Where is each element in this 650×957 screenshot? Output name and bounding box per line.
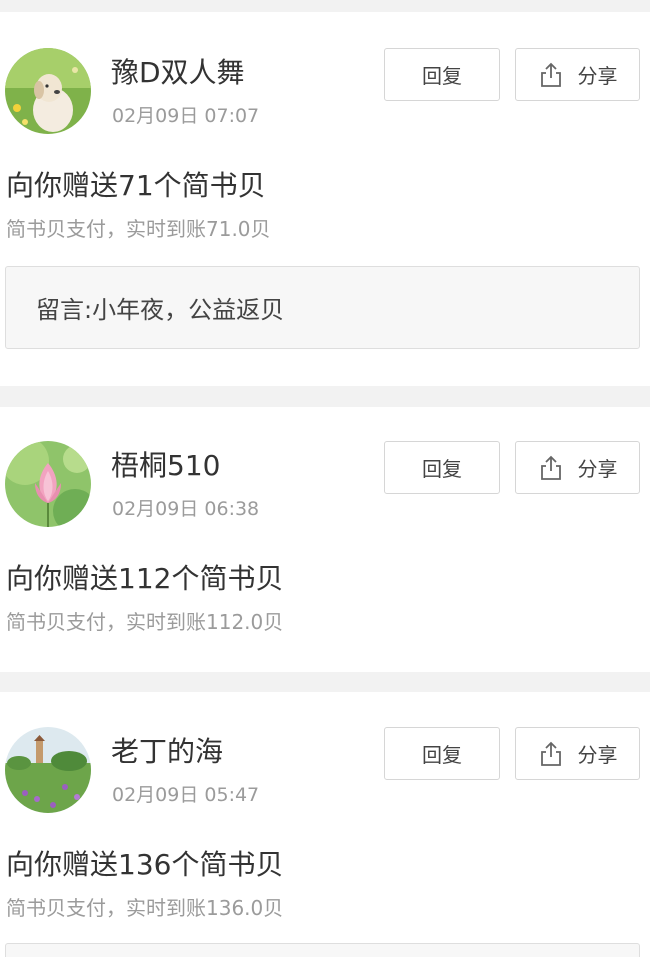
gift-message-text: 留言:小年夜，公益返贝 [36,296,285,324]
avatar-image-puppy [5,48,91,134]
gift-subtitle: 简书贝支付，实时到账136.0贝 [6,896,284,920]
share-button[interactable]: 分享 [515,727,640,780]
username[interactable]: 老丁的海 [111,732,223,772]
share-button-label: 分享 [577,64,618,88]
avatar[interactable] [5,48,91,134]
avatar-image-lotus [5,441,91,527]
timestamp: 02月09日 05:47 [112,784,260,806]
username[interactable]: 豫D双人舞 [111,53,245,93]
avatar-image-windmill [5,727,91,813]
gift-message-partial [5,943,640,957]
avatar[interactable] [5,727,91,813]
gift-message: 留言:小年夜，公益返贝 [5,266,640,349]
gift-card-1: 豫D双人舞 02月09日 07:07 回复 分享 向你赠送71个简书贝 简书贝支… [0,48,650,350]
gift-title: 向你赠送71个简书贝 [6,169,266,202]
share-icon [538,741,564,767]
gift-subtitle: 简书贝支付，实时到账71.0贝 [6,217,271,241]
share-button[interactable]: 分享 [515,441,640,494]
share-button-label: 分享 [577,743,618,767]
reply-button-label: 回复 [422,743,462,767]
reply-button-label: 回复 [422,457,462,481]
timestamp: 02月09日 07:07 [112,105,260,127]
reply-button-label: 回复 [422,64,462,88]
share-icon [538,62,564,88]
item-separator [0,386,650,407]
share-button-label: 分享 [577,457,618,481]
username[interactable]: 梧桐510 [111,446,220,486]
timestamp: 02月09日 06:38 [112,498,260,520]
share-button[interactable]: 分享 [515,48,640,101]
avatar[interactable] [5,441,91,527]
item-separator [0,672,650,692]
gift-card-2: 梧桐510 02月09日 06:38 回复 分享 向你赠送112个简书贝 简书贝… [0,441,650,641]
gift-card-3: 老丁的海 02月09日 05:47 回复 分享 向你赠送136个简书贝 简书贝支… [0,727,650,957]
reply-button[interactable]: 回复 [384,48,500,101]
gift-title: 向你赠送112个简书贝 [6,562,284,595]
gift-subtitle: 简书贝支付，实时到账112.0贝 [6,610,284,634]
gift-title: 向你赠送136个简书贝 [6,848,284,881]
top-separator [0,0,650,12]
reply-button[interactable]: 回复 [384,441,500,494]
reply-button[interactable]: 回复 [384,727,500,780]
share-icon [538,455,564,481]
